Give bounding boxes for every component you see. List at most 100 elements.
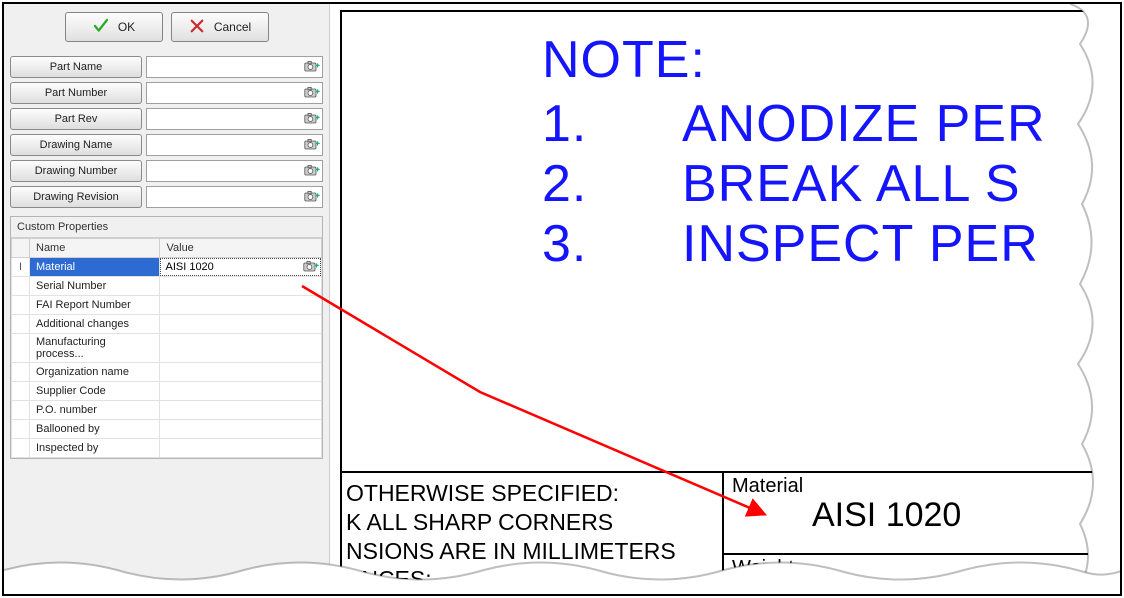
row-marker: I (12, 258, 30, 277)
ocr-capture-icon[interactable] (303, 260, 319, 274)
ocr-capture-icon[interactable] (304, 164, 320, 178)
custom-property-row[interactable]: Organization name (12, 363, 322, 382)
frame: OK Cancel Part Name Part Number (2, 2, 1122, 596)
row-marker (12, 315, 30, 334)
custom-property-name[interactable]: Serial Number (30, 277, 160, 296)
property-input[interactable] (151, 112, 304, 126)
custom-property-name[interactable]: Supplier Code (30, 382, 160, 401)
custom-property-row[interactable]: Manufacturing process... (12, 334, 322, 363)
row-marker (12, 401, 30, 420)
row-marker (12, 420, 30, 439)
property-input-wrap (146, 134, 323, 156)
drawing-area: NOTE: 1.ANODIZE PER2.BREAK ALL S3.INSPEC… (330, 4, 1120, 594)
custom-property-name[interactable]: P.O. number (30, 401, 160, 420)
title-block-right: Material AISI 1020 Weight 16880.54 (722, 473, 1120, 594)
property-label-button[interactable]: Drawing Number (10, 160, 142, 182)
custom-properties-value-header[interactable]: Value (160, 239, 322, 258)
custom-properties-name-header[interactable]: Name (30, 239, 160, 258)
property-label-button[interactable]: Drawing Revision (10, 186, 142, 208)
ocr-capture-icon[interactable] (304, 86, 320, 100)
dialog-button-row: OK Cancel (4, 4, 329, 52)
property-input-wrap (146, 56, 323, 78)
material-label: Material (732, 475, 1112, 498)
custom-property-value[interactable] (160, 420, 322, 439)
property-input[interactable] (151, 138, 304, 152)
custom-property-value-input[interactable] (160, 258, 321, 276)
title-block-left-line: OTHERWISE SPECIFIED: (346, 479, 718, 508)
material-cell: Material AISI 1020 (724, 473, 1120, 555)
cancel-label: Cancel (214, 20, 251, 34)
property-input-wrap (146, 160, 323, 182)
custom-property-row[interactable]: Serial Number (12, 277, 322, 296)
custom-properties-panel: Custom Properties Name Value IMaterial S… (10, 216, 323, 459)
custom-property-row[interactable]: FAI Report Number (12, 296, 322, 315)
custom-property-value[interactable] (160, 363, 322, 382)
title-block: OTHERWISE SPECIFIED:K ALL SHARP CORNERSN… (342, 471, 1120, 594)
weight-label: Weight (732, 557, 1112, 580)
custom-property-row[interactable]: IMaterial (12, 258, 322, 277)
x-icon (188, 17, 206, 38)
custom-property-name[interactable]: FAI Report Number (30, 296, 160, 315)
custom-property-name[interactable]: Additional changes (30, 315, 160, 334)
ok-button[interactable]: OK (65, 12, 163, 42)
standard-properties: Part Name Part Number Part Rev Drawing N… (4, 56, 329, 208)
note-line-text: ANODIZE PER (682, 95, 1046, 153)
custom-property-row[interactable]: Additional changes (12, 315, 322, 334)
ocr-capture-icon[interactable] (304, 60, 320, 74)
custom-property-value[interactable] (160, 258, 322, 277)
custom-property-value[interactable] (160, 315, 322, 334)
properties-panel: OK Cancel Part Name Part Number (4, 4, 330, 594)
property-input[interactable] (151, 86, 304, 100)
property-input[interactable] (151, 190, 304, 204)
note-line: 2.BREAK ALL S (542, 154, 1046, 214)
custom-property-row[interactable]: Ballooned by (12, 420, 322, 439)
property-row: Drawing Number (10, 160, 323, 182)
custom-property-name[interactable]: Organization name (30, 363, 160, 382)
custom-property-value[interactable] (160, 296, 322, 315)
property-row: Drawing Name (10, 134, 323, 156)
title-block-left: OTHERWISE SPECIFIED:K ALL SHARP CORNERSN… (342, 473, 722, 594)
custom-properties-table: Name Value IMaterial Serial NumberFAI Re… (11, 238, 322, 458)
note-line-text: BREAK ALL S (682, 155, 1021, 213)
property-row: Part Number (10, 82, 323, 104)
custom-property-name[interactable]: Inspected by (30, 439, 160, 458)
property-input[interactable] (151, 60, 304, 74)
note-title: NOTE: (542, 30, 1046, 90)
property-label-button[interactable]: Drawing Name (10, 134, 142, 156)
custom-properties-title: Custom Properties (11, 217, 322, 238)
ocr-capture-icon[interactable] (304, 112, 320, 126)
custom-properties-marker-header[interactable] (12, 239, 30, 258)
cancel-button[interactable]: Cancel (171, 12, 269, 42)
property-input-wrap (146, 186, 323, 208)
ocr-capture-icon[interactable] (304, 190, 320, 204)
property-label-button[interactable]: Part Name (10, 56, 142, 78)
custom-property-value[interactable] (160, 401, 322, 420)
row-marker (12, 277, 30, 296)
row-marker (12, 439, 30, 458)
custom-property-value[interactable] (160, 439, 322, 458)
note-line: 3.INSPECT PER (542, 214, 1046, 274)
custom-property-value[interactable] (160, 334, 322, 363)
custom-property-value[interactable] (160, 382, 322, 401)
custom-property-name[interactable]: Manufacturing process... (30, 334, 160, 363)
custom-property-value[interactable] (160, 277, 322, 296)
custom-property-name[interactable]: Material (30, 258, 160, 277)
property-label-button[interactable]: Part Number (10, 82, 142, 104)
property-input[interactable] (151, 164, 304, 178)
note-line-text: INSPECT PER (682, 215, 1039, 273)
bottom-shadow (6, 590, 1118, 596)
row-marker (12, 334, 30, 363)
custom-property-row[interactable]: Inspected by (12, 439, 322, 458)
ocr-capture-icon[interactable] (304, 138, 320, 152)
property-label-button[interactable]: Part Rev (10, 108, 142, 130)
ok-label: OK (118, 20, 135, 34)
note-line-number: 1. (542, 94, 682, 154)
material-value: AISI 1020 (812, 498, 1112, 532)
custom-property-row[interactable]: P.O. number (12, 401, 322, 420)
custom-property-row[interactable]: Supplier Code (12, 382, 322, 401)
property-row: Part Rev (10, 108, 323, 130)
note-line-number: 2. (542, 154, 682, 214)
custom-property-name[interactable]: Ballooned by (30, 420, 160, 439)
row-marker (12, 363, 30, 382)
property-row: Part Name (10, 56, 323, 78)
